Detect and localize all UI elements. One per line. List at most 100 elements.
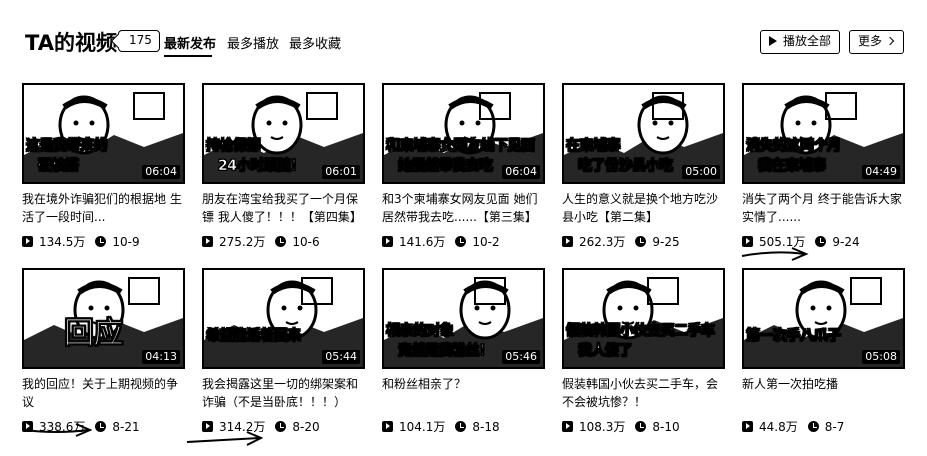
- thumbnail-caption: 持枪保镖: [206, 138, 261, 155]
- view-count: 275.2万: [219, 235, 266, 249]
- thumbnail-caption-line2: 硬核搭: [38, 158, 80, 175]
- video-card[interactable]: 消失的这两个月 我在柬埔寨 04:49 消失了两个月 终于能告诉大家实情了...…: [742, 83, 905, 263]
- video-duration: 05:44: [322, 350, 360, 364]
- video-thumbnail[interactable]: 消失的这两个月 我在柬埔寨 04:49: [742, 83, 905, 184]
- video-card[interactable]: 和柬埔寨女网友线下见面 她居然带我去吃 06:04 和3个柬埔寨女网友见面 她们…: [382, 83, 545, 263]
- section-title: TA的视频: [25, 31, 117, 55]
- play-count-icon: [562, 421, 573, 432]
- video-thumbnail[interactable]: 这是我带来的 硬核搭 06:04: [22, 83, 185, 184]
- view-count: 44.8万: [759, 420, 798, 434]
- tab-latest[interactable]: 最新发布: [164, 33, 216, 52]
- video-thumbnail[interactable]: 持枪保镖 24小时跟随！ 06:01: [202, 83, 365, 184]
- video-title[interactable]: 人生的意义就是换个地方吃沙县小吃【第二集】: [562, 190, 727, 226]
- video-duration: 04:13: [142, 350, 180, 364]
- video-count-badge: 175: [118, 30, 160, 52]
- video-title[interactable]: 假装韩国小伙去买二手车，会不会被坑惨？！: [562, 375, 727, 411]
- video-meta: 275.2万 10-6: [202, 233, 320, 250]
- video-meta: 141.6万 10-2: [382, 233, 500, 250]
- publish-date: 10-6: [292, 235, 320, 249]
- video-duration: 06:01: [322, 165, 360, 179]
- video-duration: 06:04: [142, 165, 180, 179]
- video-title[interactable]: 消失了两个月 终于能告诉大家实情了......: [742, 190, 907, 226]
- video-meta: 104.1万 8-18: [382, 418, 500, 435]
- video-card[interactable]: 希望能活着回来 05:44 我会揭露这里一切的绑架案和诈骗（不是当卧底！！！） …: [202, 268, 365, 448]
- arrow-annotation: [186, 431, 264, 446]
- play-count-icon: [202, 236, 213, 247]
- clock-icon: [815, 236, 827, 247]
- publish-date: 8-18: [472, 420, 500, 434]
- video-title[interactable]: 我会揭露这里一切的绑架案和诈骗（不是当卧底！！！）: [202, 375, 367, 411]
- play-count-icon: [382, 421, 393, 432]
- thumbnail-caption-line2: 我人傻了: [578, 343, 633, 360]
- video-title[interactable]: 朋友在湾宝给我买了一个月保镖 我人傻了！！！【第四集】: [202, 190, 367, 226]
- video-duration: 06:04: [502, 165, 540, 179]
- play-icon: [769, 36, 777, 46]
- video-duration: 04:49: [862, 165, 900, 179]
- video-card[interactable]: 这是我带来的 硬核搭 06:04 我在境外诈骗犯们的根据地 生活了一段时间...…: [22, 83, 185, 263]
- thumbnail-caption-line2: 24小时跟随！: [218, 158, 305, 175]
- clock-icon: [275, 421, 287, 432]
- thumbnail-caption: 这是我带来的: [26, 138, 108, 155]
- clock-icon: [275, 236, 287, 247]
- view-count: 104.1万: [399, 420, 446, 434]
- video-thumbnail[interactable]: 希望能活着回来 05:44: [202, 268, 365, 369]
- clock-icon: [455, 421, 467, 432]
- video-thumbnail[interactable]: 相亲的对象 竟然是我粉丝！ 05:46: [382, 268, 545, 369]
- video-meta: 44.8万 8-7: [742, 418, 844, 435]
- chevron-right-icon: [885, 36, 895, 46]
- view-count: 134.5万: [39, 235, 86, 249]
- arrow-annotation: [741, 247, 809, 261]
- video-thumbnail[interactable]: 第一次手八爪子 05:08: [742, 268, 905, 369]
- thumbnail-caption: 消失的这两个月: [746, 138, 842, 155]
- play-all-label: 播放全部: [783, 34, 832, 48]
- arrow-annotation: [23, 423, 93, 437]
- clock-icon: [95, 236, 107, 247]
- publish-date: 10-2: [472, 235, 500, 249]
- video-title[interactable]: 我的回应！关于上期视频的争议: [22, 375, 187, 411]
- video-thumbnail[interactable]: 假装韩国小伙去买二手车 我人傻了: [562, 268, 725, 369]
- video-card[interactable]: 持枪保镖 24小时跟随！ 06:01 朋友在湾宝给我买了一个月保镖 我人傻了！！…: [202, 83, 365, 263]
- tab-most-favorited[interactable]: 最多收藏: [289, 33, 341, 52]
- clock-icon: [455, 236, 467, 247]
- view-count: 141.6万: [399, 235, 446, 249]
- thumbnail-caption: 相亲的对象: [386, 323, 455, 340]
- video-card[interactable]: 相亲的对象 竟然是我粉丝！ 05:46 和粉丝相亲了？ 104.1万 8-18: [382, 268, 545, 448]
- video-meta: 108.3万 8-10: [562, 418, 680, 435]
- thumbnail-caption: 希望能活着回来: [206, 328, 302, 345]
- thumbnail-caption: 和柬埔寨女网友线下见面: [386, 138, 536, 155]
- video-title[interactable]: 我在境外诈骗犯们的根据地 生活了一段时间...: [22, 190, 187, 226]
- section-header: TA的视频 175 最新发布 最多播放 最多收藏 播放全部 更多: [0, 0, 927, 70]
- thumbnail-caption-line2: 她居然带我去吃: [398, 158, 494, 175]
- publish-date: 9-24: [832, 235, 860, 249]
- clock-icon: [635, 236, 647, 247]
- video-title[interactable]: 新人第一次拍吃播: [742, 375, 907, 393]
- thumbnail-caption: 回应: [64, 316, 124, 352]
- play-count-icon: [562, 236, 573, 247]
- tab-most-played[interactable]: 最多播放: [227, 33, 279, 52]
- thumbnail-caption-line2: 竟然是我粉丝！: [398, 343, 494, 360]
- more-button[interactable]: 更多: [849, 30, 904, 54]
- view-count: 262.3万: [579, 235, 626, 249]
- video-title[interactable]: 和粉丝相亲了？: [382, 375, 547, 393]
- video-meta: 134.5万 10-9: [22, 233, 140, 250]
- video-thumbnail[interactable]: 和柬埔寨女网友线下见面 她居然带我去吃 06:04: [382, 83, 545, 184]
- play-all-button[interactable]: 播放全部: [760, 30, 840, 54]
- video-card[interactable]: 假装韩国小伙去买二手车 我人傻了 假装韩国小伙去买二手车，会不会被坑惨？！ 10…: [562, 268, 725, 448]
- video-thumbnail[interactable]: 回应 04:13: [22, 268, 185, 369]
- publish-date: 8-10: [652, 420, 680, 434]
- thumbnail-caption: 假装韩国小伙去买二手车: [566, 323, 716, 340]
- publish-date: 9-25: [652, 235, 680, 249]
- publish-date: 8-7: [824, 420, 845, 434]
- video-title[interactable]: 和3个柬埔寨女网友见面 她们居然带我去吃......【第三集】: [382, 190, 547, 226]
- publish-date: 10-9: [112, 235, 140, 249]
- thumbnail-caption-line2: 吃了份沙县小吃: [578, 158, 674, 175]
- clock-icon: [635, 421, 647, 432]
- video-duration: 05:08: [862, 350, 900, 364]
- view-count: 108.3万: [579, 420, 626, 434]
- thumbnail-caption-line2: 我在柬埔寨: [758, 158, 827, 175]
- video-card[interactable]: 在柬埔寨 吃了份沙县小吃 05:00 人生的意义就是换个地方吃沙县小吃【第二集】…: [562, 83, 725, 263]
- video-card[interactable]: 第一次手八爪子 05:08 新人第一次拍吃播 44.8万 8-7: [742, 268, 905, 448]
- clock-icon: [95, 421, 107, 432]
- publish-date: 8-21: [112, 420, 140, 434]
- video-thumbnail[interactable]: 在柬埔寨 吃了份沙县小吃 05:00: [562, 83, 725, 184]
